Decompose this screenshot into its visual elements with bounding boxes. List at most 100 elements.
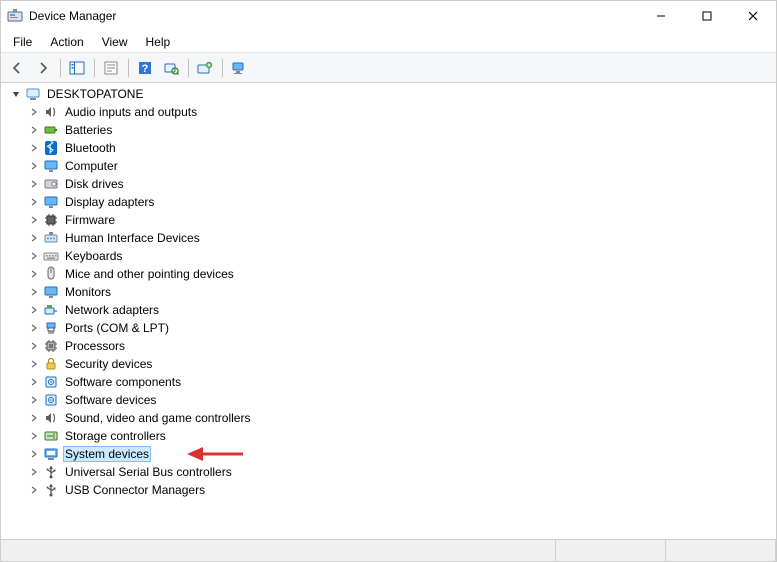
chevron-right-icon[interactable]	[27, 411, 41, 425]
chevron-right-icon[interactable]	[27, 177, 41, 191]
tree-item-disk[interactable]: Disk drives	[25, 175, 776, 193]
scan-hardware-button[interactable]	[159, 56, 183, 80]
tree-item-label: Ports (COM & LPT)	[63, 321, 171, 335]
network-icon	[43, 302, 59, 318]
tree-item-label: Software devices	[63, 393, 158, 407]
tree-item-usbconn[interactable]: USB Connector Managers	[25, 481, 776, 499]
tree-item-label: Batteries	[63, 123, 114, 137]
keyboard-icon	[43, 248, 59, 264]
bluetooth-icon	[43, 140, 59, 156]
chevron-right-icon[interactable]	[27, 123, 41, 137]
tree-item-label: Security devices	[63, 357, 154, 371]
chevron-right-icon[interactable]	[27, 375, 41, 389]
usb-icon	[43, 464, 59, 480]
tree-item-label: Bluetooth	[63, 141, 118, 155]
monitor-icon	[43, 284, 59, 300]
back-button[interactable]	[5, 56, 29, 80]
tree-item-label: Computer	[63, 159, 120, 173]
tree-item-ports[interactable]: Ports (COM & LPT)	[25, 319, 776, 337]
storage-icon	[43, 428, 59, 444]
tree-item-security[interactable]: Security devices	[25, 355, 776, 373]
show-hide-tree-button[interactable]	[65, 56, 89, 80]
chevron-right-icon[interactable]	[27, 267, 41, 281]
help-button[interactable]: ?	[133, 56, 157, 80]
toolbar-separator	[125, 56, 131, 80]
close-button[interactable]	[730, 1, 776, 31]
cpu-icon	[43, 338, 59, 354]
status-cell	[556, 540, 666, 561]
tree-item-monitors[interactable]: Monitors	[25, 283, 776, 301]
toolbar-separator	[219, 56, 225, 80]
tree-item-firmware[interactable]: Firmware	[25, 211, 776, 229]
tree-item-processors[interactable]: Processors	[25, 337, 776, 355]
tree-item-swdev[interactable]: Software devices	[25, 391, 776, 409]
toolbar-separator	[57, 56, 63, 80]
tree-item-system[interactable]: System devices	[25, 445, 776, 463]
tree-item-label: USB Connector Managers	[63, 483, 207, 497]
chip-icon	[43, 212, 59, 228]
chevron-right-icon[interactable]	[27, 303, 41, 317]
tree-item-swcomp[interactable]: Software components	[25, 373, 776, 391]
chevron-right-icon[interactable]	[27, 483, 41, 497]
tree-item-keyboards[interactable]: Keyboards	[25, 247, 776, 265]
speaker-icon	[43, 104, 59, 120]
tree-root-node[interactable]: DESKTOPATONE	[7, 85, 776, 103]
app-icon	[7, 8, 23, 24]
chevron-right-icon[interactable]	[27, 159, 41, 173]
component-icon	[43, 392, 59, 408]
chevron-right-icon[interactable]	[27, 285, 41, 299]
tree-item-bluetooth[interactable]: Bluetooth	[25, 139, 776, 157]
tree-item-label: Keyboards	[63, 249, 124, 263]
menu-help[interactable]: Help	[138, 33, 179, 51]
chevron-down-icon[interactable]	[9, 87, 23, 101]
chevron-right-icon[interactable]	[27, 231, 41, 245]
tree-item-label: Disk drives	[63, 177, 126, 191]
chevron-right-icon[interactable]	[27, 105, 41, 119]
forward-button[interactable]	[31, 56, 55, 80]
disk-icon	[43, 176, 59, 192]
tree-item-hid[interactable]: Human Interface Devices	[25, 229, 776, 247]
chevron-right-icon[interactable]	[27, 357, 41, 371]
usb-icon	[43, 482, 59, 498]
chevron-right-icon[interactable]	[27, 429, 41, 443]
chevron-right-icon[interactable]	[27, 249, 41, 263]
properties-button[interactable]	[99, 56, 123, 80]
tree-item-usb[interactable]: Universal Serial Bus controllers	[25, 463, 776, 481]
devices-printers-button[interactable]	[227, 56, 251, 80]
menu-file[interactable]: File	[5, 33, 40, 51]
chevron-right-icon[interactable]	[27, 195, 41, 209]
chevron-right-icon[interactable]	[27, 321, 41, 335]
chevron-right-icon[interactable]	[27, 339, 41, 353]
battery-icon	[43, 122, 59, 138]
chevron-right-icon[interactable]	[27, 213, 41, 227]
device-tree[interactable]: DESKTOPATONE Audio inputs and outputs Bat…	[1, 83, 776, 539]
toolbar-separator	[91, 56, 97, 80]
title-bar: Device Manager	[1, 1, 776, 31]
toolbar: ?	[1, 53, 776, 83]
tree-item-batteries[interactable]: Batteries	[25, 121, 776, 139]
tree-item-label: Software components	[63, 375, 183, 389]
tree-item-label: Audio inputs and outputs	[63, 105, 199, 119]
status-cell	[1, 540, 556, 561]
chevron-right-icon[interactable]	[27, 447, 41, 461]
tree-item-computer[interactable]: Computer	[25, 157, 776, 175]
tree-item-audio[interactable]: Audio inputs and outputs	[25, 103, 776, 121]
maximize-button[interactable]	[684, 1, 730, 31]
tree-item-label: Mice and other pointing devices	[63, 267, 236, 281]
chevron-right-icon[interactable]	[27, 141, 41, 155]
chevron-right-icon[interactable]	[27, 465, 41, 479]
add-legacy-button[interactable]	[193, 56, 217, 80]
tree-item-storage[interactable]: Storage controllers	[25, 427, 776, 445]
menu-view[interactable]: View	[94, 33, 136, 51]
chevron-right-icon[interactable]	[27, 393, 41, 407]
tree-item-display[interactable]: Display adapters	[25, 193, 776, 211]
status-cell	[666, 540, 776, 561]
minimize-button[interactable]	[638, 1, 684, 31]
tree-item-network[interactable]: Network adapters	[25, 301, 776, 319]
computer-icon	[25, 86, 41, 102]
tree-item-sound[interactable]: Sound, video and game controllers	[25, 409, 776, 427]
tree-item-mice[interactable]: Mice and other pointing devices	[25, 265, 776, 283]
tree-item-label: Universal Serial Bus controllers	[63, 465, 234, 479]
menu-action[interactable]: Action	[42, 33, 91, 51]
window-title: Device Manager	[29, 9, 116, 23]
